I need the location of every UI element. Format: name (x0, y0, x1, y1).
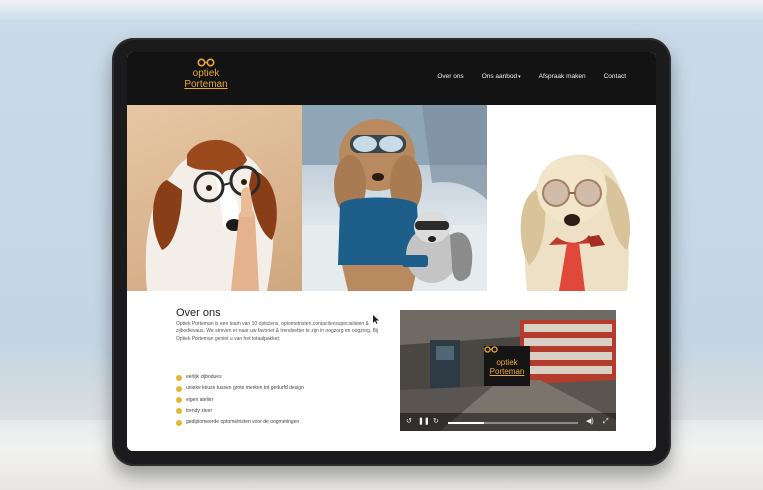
video-logo-line2: Porteman (489, 367, 525, 376)
bullet-dot-icon (176, 397, 182, 404)
top-navigation: optiek Porteman Over ons Ons aanbod▾ Afs… (127, 52, 656, 105)
hero-image-golden-retriever (487, 105, 656, 291)
video-controls: ↺ ❚❚ ↻ ◀) ⤢ (400, 413, 616, 431)
tablet-frame: optiek Porteman Over ons Ons aanbod▾ Afs… (112, 38, 671, 466)
list-item-text: unieke keuze tussen grote merken tot ged… (186, 385, 304, 392)
logo-text-line1: optiek (192, 68, 220, 79)
glasses-icon (484, 346, 498, 353)
video-progress-bar[interactable] (448, 422, 578, 424)
mouse-pointer-icon (373, 315, 379, 324)
bullet-dot-icon (176, 385, 182, 392)
chevron-down-icon: ▾ (518, 74, 521, 80)
pause-icon[interactable]: ❚❚ (418, 418, 430, 426)
nav-link-over-ons[interactable]: Over ons (437, 72, 463, 82)
bullet-dot-icon (176, 419, 182, 426)
list-item: unieke keuze tussen grote merken tot ged… (176, 385, 386, 396)
list-item: eigen atelier (176, 397, 386, 408)
video-logo-line1: optiek (496, 358, 518, 367)
bullet-dot-icon (176, 374, 182, 381)
volume-icon[interactable]: ◀) (586, 418, 594, 426)
list-item-text: trendy zieer (186, 407, 213, 414)
nav-link-ons-aanbod-label: Ons aanbod (481, 73, 518, 80)
tablet-screen: optiek Porteman Over ons Ons aanbod▾ Afs… (127, 52, 656, 451)
about-text: Optiek Porteman is een team van 10 optic… (176, 321, 379, 342)
list-item-text: gediplomeerde optometristen voor de oogm… (186, 419, 300, 426)
fullscreen-icon[interactable]: ⤢ (603, 418, 609, 426)
video-logo: optiek Porteman (484, 346, 530, 386)
wall-background (0, 0, 763, 20)
list-item: gediplomeerde optometristen voor de oogm… (176, 419, 386, 430)
nav-link-contact[interactable]: Contact (604, 72, 626, 82)
bullet-dot-icon (176, 408, 182, 415)
site-logo[interactable]: optiek Porteman (171, 58, 241, 98)
rewind-icon[interactable]: ↺ (406, 418, 412, 426)
list-item-text: eerlijk zijbodues (186, 374, 222, 380)
about-section: Over ons Optiek Porteman is een team van… (127, 291, 656, 451)
hero-image-poodles (302, 105, 487, 291)
nav-links: Over ons Ons aanbod▾ Afspraak maken Cont… (437, 72, 626, 82)
glasses-icon (197, 58, 215, 67)
about-bullet-list: eerlijk zijbodues unieke keuze tussen gr… (176, 374, 386, 430)
list-item: eerlijk zijbodues (176, 374, 386, 385)
video-progress-fill (448, 422, 485, 424)
hero-images (127, 105, 656, 291)
nav-link-afspraak-maken[interactable]: Afspraak maken (539, 72, 586, 82)
about-title: Over ons (176, 307, 221, 319)
forward-icon[interactable]: ↻ (433, 418, 439, 426)
video-player[interactable]: optiek Porteman ↺ ❚❚ ↻ ◀) ⤢ (400, 310, 616, 431)
logo-text-line2: Porteman (184, 79, 228, 90)
nav-link-ons-aanbod[interactable]: Ons aanbod▾ (482, 72, 521, 82)
list-item-text: eigen atelier (186, 396, 214, 403)
hero-image-spaniel (127, 105, 302, 291)
list-item: trendy zieer (176, 408, 386, 419)
